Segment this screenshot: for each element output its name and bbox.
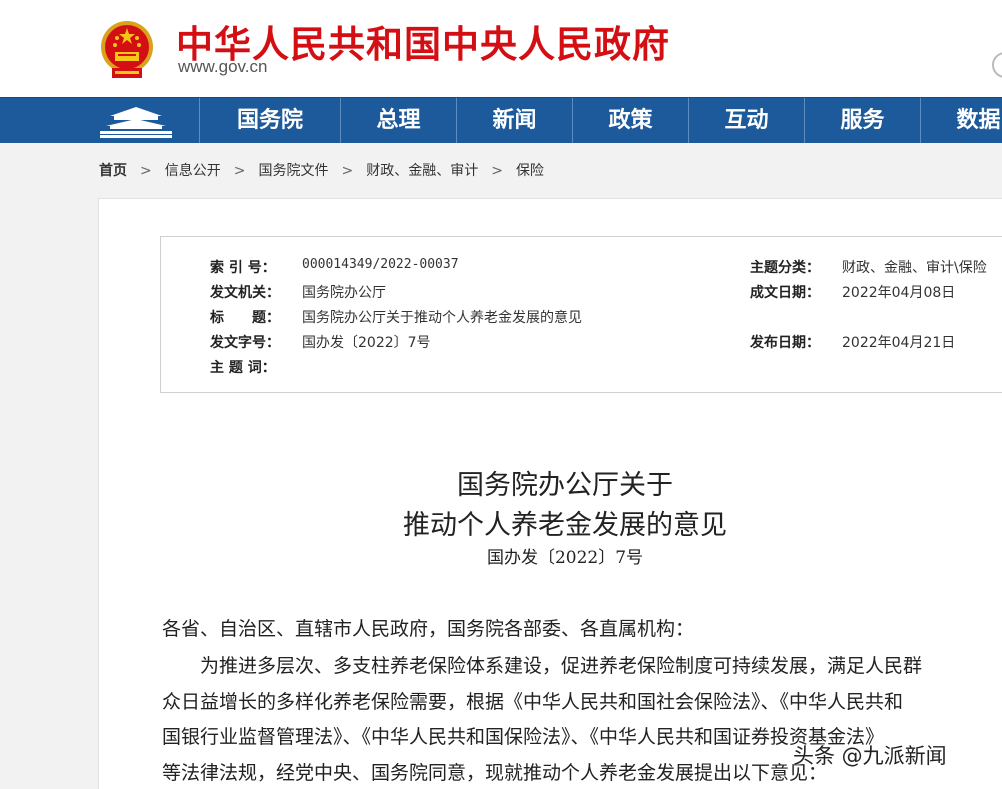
search-icon[interactable] — [992, 52, 1002, 78]
document-title-line-2: 推动个人养老金发展的意见 — [403, 510, 727, 541]
breadcrumb-info-disclosure[interactable]: 信息公开 — [165, 160, 221, 180]
national-emblem-icon[interactable] — [98, 18, 156, 80]
topic-label: 主题分类： — [750, 260, 820, 276]
body-line: 国银行业监督管理法》、《中华人民共和国保险法》、《中华人民共和国证券投资基金法》 — [162, 726, 885, 748]
doc-number-label: 发文字号： — [210, 335, 280, 351]
document-title-line-1: 国务院办公厅关于 — [457, 470, 673, 501]
breadcrumb-state-council-docs[interactable]: 国务院文件 — [258, 160, 328, 180]
breadcrumb-home[interactable]: 首页 — [99, 160, 127, 180]
nav-item-data[interactable]: 数据 — [920, 98, 1002, 143]
site-header: 中华人民共和国中央人民政府 www.gov.cn — [0, 0, 1002, 97]
breadcrumb-finance[interactable]: 财政、金融、审计 — [366, 160, 478, 180]
breadcrumb: 首页 > 信息公开 > 国务院文件 > 财政、金融、审计 > 保险 — [99, 160, 544, 180]
main-nav: 国务院 总理 新闻 政策 互动 服务 数据 — [0, 97, 1002, 143]
breadcrumb-separator: > — [491, 163, 503, 179]
nav-item-interaction[interactable]: 互动 — [688, 98, 804, 143]
breadcrumb-insurance[interactable]: 保险 — [516, 160, 544, 180]
publish-date-value: 2022年04月21日 — [842, 335, 956, 351]
issuer-label: 发文机关： — [210, 285, 280, 301]
keywords-label: 主 题 词： — [210, 360, 276, 376]
breadcrumb-separator: > — [140, 163, 152, 179]
breadcrumb-separator: > — [233, 163, 246, 179]
site-domain[interactable]: www.gov.cn — [178, 57, 267, 77]
nav-item-state-council[interactable]: 国务院 — [199, 98, 340, 143]
topic-value: 财政、金融、审计\保险 — [842, 260, 987, 276]
body-line: 为推进多层次、多支柱养老保险体系建设，促进养老保险制度可持续发展，满足人民群 — [162, 655, 923, 677]
nav-item-news[interactable]: 新闻 — [456, 98, 572, 143]
written-date-value: 2022年04月08日 — [842, 285, 956, 301]
body-line: 众日益增长的多样化养老保险需要，根据《中华人民共和国社会保险法》、《中华人民共和 — [162, 691, 904, 713]
tiananmen-icon[interactable] — [96, 102, 176, 140]
title-value: 国务院办公厅关于推动个人养老金发展的意见 — [302, 310, 582, 326]
title-label: 标 题： — [210, 310, 280, 326]
nav-item-premier[interactable]: 总理 — [340, 98, 456, 143]
publish-date-label: 发布日期： — [750, 335, 820, 351]
nav-item-policy[interactable]: 政策 — [572, 98, 688, 143]
issuer-value: 国务院办公厅 — [302, 285, 386, 301]
index-label: 索 引 号： — [210, 260, 276, 276]
breadcrumb-separator: > — [341, 163, 354, 179]
written-date-label: 成文日期： — [750, 285, 820, 301]
nav-item-services[interactable]: 服务 — [804, 98, 920, 143]
document-number: 国办发〔2022〕7号 — [486, 548, 644, 568]
body-line: 各省、自治区、直辖市人民政府，国务院各部委、各直属机构： — [162, 618, 695, 640]
watermark: 头条 @九派新闻 — [793, 744, 947, 768]
body-line: 等法律法规，经党中央、国务院同意，现就推动个人养老金发展提出以下意见： — [162, 762, 828, 784]
index-value: 000014349/2022-00037 — [302, 257, 459, 272]
doc-number-value: 国办发〔2022〕7号 — [302, 335, 431, 351]
